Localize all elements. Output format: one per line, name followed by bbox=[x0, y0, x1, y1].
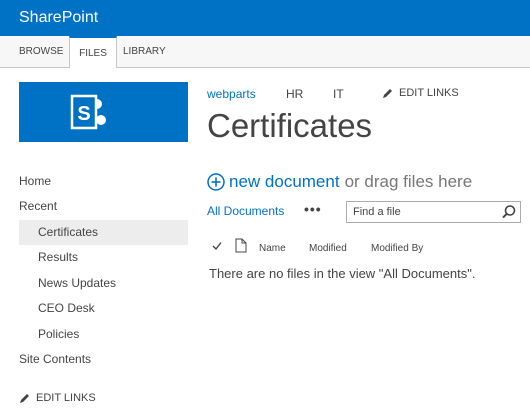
select-all-checkbox[interactable] bbox=[212, 241, 222, 255]
search-button[interactable] bbox=[500, 204, 518, 220]
top-edit-links-label: EDIT LINKS bbox=[399, 87, 459, 99]
topnav-item-it[interactable]: IT bbox=[333, 86, 344, 102]
drag-files-hint: or drag files here bbox=[344, 172, 473, 191]
left-edit-links-label: EDIT LINKS bbox=[36, 392, 96, 404]
column-modified[interactable]: Modified bbox=[309, 243, 347, 255]
pencil-icon bbox=[383, 88, 392, 98]
view-selector-all-documents[interactable]: All Documents bbox=[207, 204, 284, 218]
search-input[interactable] bbox=[347, 202, 507, 222]
pencil-icon bbox=[20, 393, 29, 403]
left-edit-links[interactable]: EDIT LINKS bbox=[19, 392, 96, 404]
document-icon bbox=[235, 238, 247, 253]
topnav-item-hr[interactable]: HR bbox=[286, 86, 303, 102]
sharepoint-logo-icon: S bbox=[70, 94, 106, 130]
column-name[interactable]: Name bbox=[259, 243, 286, 255]
suite-title[interactable]: SharePoint bbox=[19, 8, 98, 28]
leftnav-item-site-contents[interactable]: Site Contents bbox=[19, 347, 188, 372]
suite-bar: SharePoint bbox=[0, 0, 530, 36]
svg-text:S: S bbox=[77, 103, 90, 125]
file-type-column[interactable] bbox=[235, 238, 247, 257]
new-document-bar: new document or drag files here bbox=[207, 171, 472, 193]
leftnav-item-home[interactable]: Home bbox=[19, 169, 188, 194]
tab-library[interactable]: LIBRARY bbox=[123, 36, 166, 68]
topnav-item-webparts[interactable]: webparts bbox=[207, 86, 256, 102]
leftnav-item-results[interactable]: Results bbox=[19, 245, 188, 270]
checkmark-icon bbox=[212, 242, 222, 251]
ribbon: BROWSE FILES LIBRARY bbox=[0, 36, 530, 68]
tab-files[interactable]: FILES bbox=[69, 36, 117, 68]
find-a-file-search bbox=[346, 201, 521, 223]
leftnav-item-news-updates[interactable]: News Updates bbox=[19, 271, 188, 296]
leftnav-item-recent[interactable]: Recent bbox=[19, 194, 188, 219]
plus-circle-icon bbox=[207, 173, 225, 191]
leftnav-item-policies[interactable]: Policies bbox=[19, 322, 188, 347]
page-title: Certificates bbox=[207, 107, 373, 144]
leftnav-item-certificates[interactable]: Certificates bbox=[19, 220, 188, 245]
magnifier-icon bbox=[502, 205, 516, 219]
new-document-label: new document bbox=[229, 172, 340, 191]
site-logo[interactable]: S bbox=[19, 82, 188, 142]
column-modified-by[interactable]: Modified By bbox=[371, 243, 423, 255]
empty-view-message: There are no files in the view "All Docu… bbox=[209, 266, 476, 281]
top-edit-links[interactable]: EDIT LINKS bbox=[382, 87, 459, 99]
more-views-ellipsis[interactable]: ••• bbox=[304, 201, 322, 217]
tab-browse[interactable]: BROWSE bbox=[19, 36, 63, 68]
new-document-link[interactable]: new document bbox=[207, 171, 340, 193]
leftnav-item-ceo-desk[interactable]: CEO Desk bbox=[19, 296, 188, 321]
